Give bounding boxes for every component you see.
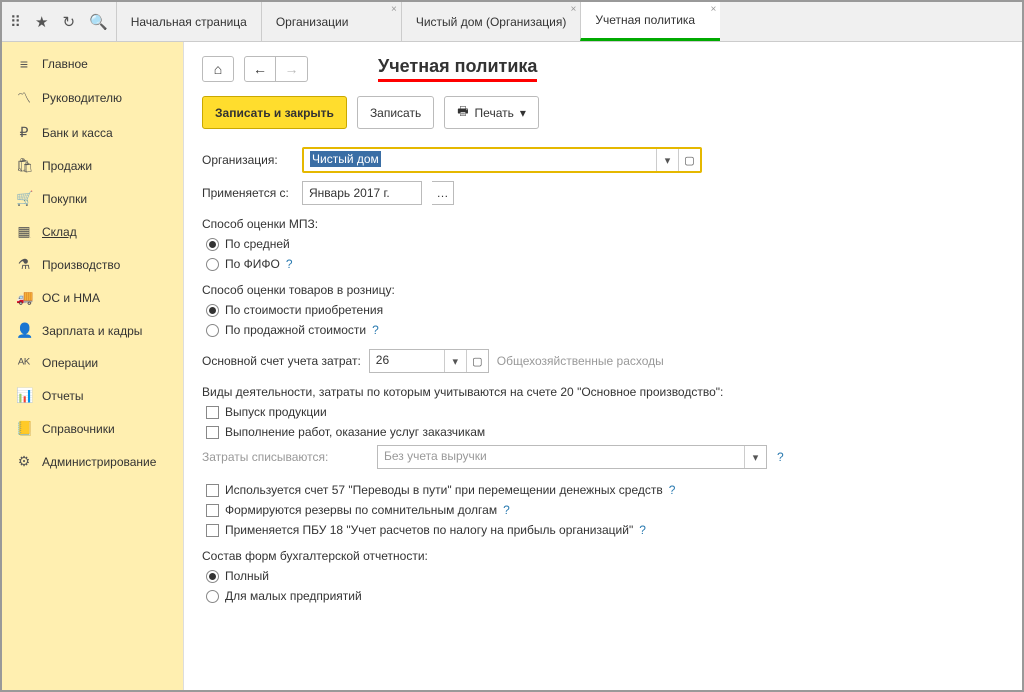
sidebar-icon: ₽ bbox=[16, 124, 32, 141]
writeoff-label: Затраты списываются: bbox=[202, 450, 367, 464]
save-close-button[interactable]: Записать и закрыть bbox=[202, 96, 347, 129]
history-icon[interactable]: ↻ bbox=[62, 13, 75, 31]
sidebar-icon: 〽 bbox=[16, 88, 32, 108]
close-icon[interactable]: × bbox=[710, 4, 716, 15]
sidebar-item-9[interactable]: ᴬᴷ Операции bbox=[2, 347, 183, 379]
sidebar-icon: 📒 bbox=[16, 420, 32, 437]
close-icon[interactable]: × bbox=[570, 4, 576, 15]
sidebar-label: Справочники bbox=[42, 422, 115, 436]
sidebar-label: Операции bbox=[42, 356, 98, 370]
checkbox-services[interactable] bbox=[206, 426, 219, 439]
sidebar-icon: 👤 bbox=[16, 322, 32, 339]
sidebar-item-7[interactable]: 🚚 ОС и НМА bbox=[2, 281, 183, 314]
radio-full[interactable] bbox=[206, 570, 219, 583]
tab-3[interactable]: Учетная политика× bbox=[580, 2, 720, 41]
sidebar-label: Покупки bbox=[42, 192, 87, 206]
sidebar-label: Главное bbox=[42, 57, 88, 71]
sidebar-label: Зарплата и кадры bbox=[42, 324, 142, 338]
sidebar-label: Администрирование bbox=[42, 455, 156, 469]
checkbox-pbu18[interactable] bbox=[206, 524, 219, 537]
sidebar-icon: ᴬᴷ bbox=[16, 355, 32, 371]
sidebar-label: ОС и НМА bbox=[42, 291, 100, 305]
radio-small[interactable] bbox=[206, 590, 219, 603]
help-icon[interactable]: ? bbox=[777, 450, 784, 464]
sidebar-icon: 🛒 bbox=[16, 190, 32, 207]
sidebar-item-5[interactable]: ▦ Склад bbox=[2, 215, 183, 248]
dropdown-icon: ▾ bbox=[744, 446, 766, 468]
sidebar-item-6[interactable]: ⚗ Производство bbox=[2, 248, 183, 281]
help-icon[interactable]: ? bbox=[372, 323, 379, 337]
writeoff-select: Без учета выручки ▾ bbox=[377, 445, 767, 469]
open-icon[interactable]: ▢ bbox=[678, 149, 700, 171]
sidebar-item-1[interactable]: 〽 Руководителю bbox=[2, 80, 183, 116]
dropdown-icon: ▾ bbox=[520, 106, 526, 120]
radio-avg[interactable] bbox=[206, 238, 219, 251]
printer-icon: 🖶 bbox=[457, 102, 468, 123]
retail-label: Способ оценки товаров в розницу: bbox=[202, 283, 1004, 297]
sidebar-icon: 📊 bbox=[16, 387, 32, 404]
sidebar-item-11[interactable]: 📒 Справочники bbox=[2, 412, 183, 445]
sidebar-item-4[interactable]: 🛒 Покупки bbox=[2, 182, 183, 215]
sidebar-label: Банк и касса bbox=[42, 126, 113, 140]
checkbox-account57[interactable] bbox=[206, 484, 219, 497]
sidebar-icon: 🚚 bbox=[16, 289, 32, 306]
date-label: Применяется с: bbox=[202, 186, 292, 200]
activities-label: Виды деятельности, затраты по которым уч… bbox=[202, 385, 1004, 399]
mpz-label: Способ оценки МПЗ: bbox=[202, 217, 1004, 231]
checkbox-production[interactable] bbox=[206, 406, 219, 419]
open-icon[interactable]: ▢ bbox=[466, 350, 488, 372]
sidebar-label: Продажи bbox=[42, 159, 92, 173]
sidebar-icon: 🛍 bbox=[16, 157, 32, 174]
sidebar-item-8[interactable]: 👤 Зарплата и кадры bbox=[2, 314, 183, 347]
sidebar-label: Склад bbox=[42, 225, 77, 239]
account-desc: Общехозяйственные расходы bbox=[497, 354, 664, 368]
home-button[interactable]: ⌂ bbox=[202, 56, 234, 82]
sidebar-icon: ⚙ bbox=[16, 453, 32, 470]
help-icon[interactable]: ? bbox=[286, 257, 293, 271]
close-icon[interactable]: × bbox=[391, 4, 397, 15]
forward-button: → bbox=[276, 56, 308, 82]
date-picker-button[interactable]: … bbox=[432, 181, 454, 205]
star-icon[interactable]: ★ bbox=[35, 13, 48, 31]
org-label: Организация: bbox=[202, 153, 292, 167]
apps-icon[interactable]: ⠿ bbox=[10, 13, 21, 31]
tab-1[interactable]: Организации× bbox=[261, 2, 401, 41]
sidebar-label: Производство bbox=[42, 258, 120, 272]
tab-0[interactable]: Начальная страница bbox=[116, 2, 261, 41]
reporting-label: Состав форм бухгалтерской отчетности: bbox=[202, 549, 1004, 563]
sidebar-icon: ≡ bbox=[16, 56, 32, 72]
radio-purchase[interactable] bbox=[206, 304, 219, 317]
sidebar-item-2[interactable]: ₽ Банк и касса bbox=[2, 116, 183, 149]
help-icon[interactable]: ? bbox=[669, 483, 676, 497]
account-label: Основной счет учета затрат: bbox=[202, 354, 361, 368]
back-button[interactable]: ← bbox=[244, 56, 276, 82]
sidebar-label: Руководителю bbox=[42, 91, 122, 105]
print-button[interactable]: 🖶 Печать ▾ bbox=[444, 96, 539, 129]
sidebar-item-3[interactable]: 🛍 Продажи bbox=[2, 149, 183, 182]
dropdown-icon[interactable]: ▾ bbox=[656, 149, 678, 171]
date-input[interactable]: Январь 2017 г. bbox=[302, 181, 422, 205]
radio-sale[interactable] bbox=[206, 324, 219, 337]
save-button[interactable]: Записать bbox=[357, 96, 434, 129]
sidebar-item-0[interactable]: ≡ Главное bbox=[2, 48, 183, 80]
dropdown-icon[interactable]: ▾ bbox=[444, 350, 466, 372]
org-input[interactable]: Чистый дом ▾ ▢ bbox=[302, 147, 702, 173]
help-icon[interactable]: ? bbox=[503, 503, 510, 517]
account-input[interactable]: 26 ▾ ▢ bbox=[369, 349, 489, 373]
search-icon[interactable]: 🔍 bbox=[89, 13, 108, 31]
radio-fifo[interactable] bbox=[206, 258, 219, 271]
sidebar-icon: ▦ bbox=[16, 223, 32, 240]
page-title: Учетная политика bbox=[378, 56, 537, 82]
checkbox-reserves[interactable] bbox=[206, 504, 219, 517]
sidebar-item-12[interactable]: ⚙ Администрирование bbox=[2, 445, 183, 478]
sidebar-label: Отчеты bbox=[42, 389, 83, 403]
sidebar-item-10[interactable]: 📊 Отчеты bbox=[2, 379, 183, 412]
help-icon[interactable]: ? bbox=[639, 523, 646, 537]
sidebar-icon: ⚗ bbox=[16, 256, 32, 273]
tab-2[interactable]: Чистый дом (Организация)× bbox=[401, 2, 581, 41]
